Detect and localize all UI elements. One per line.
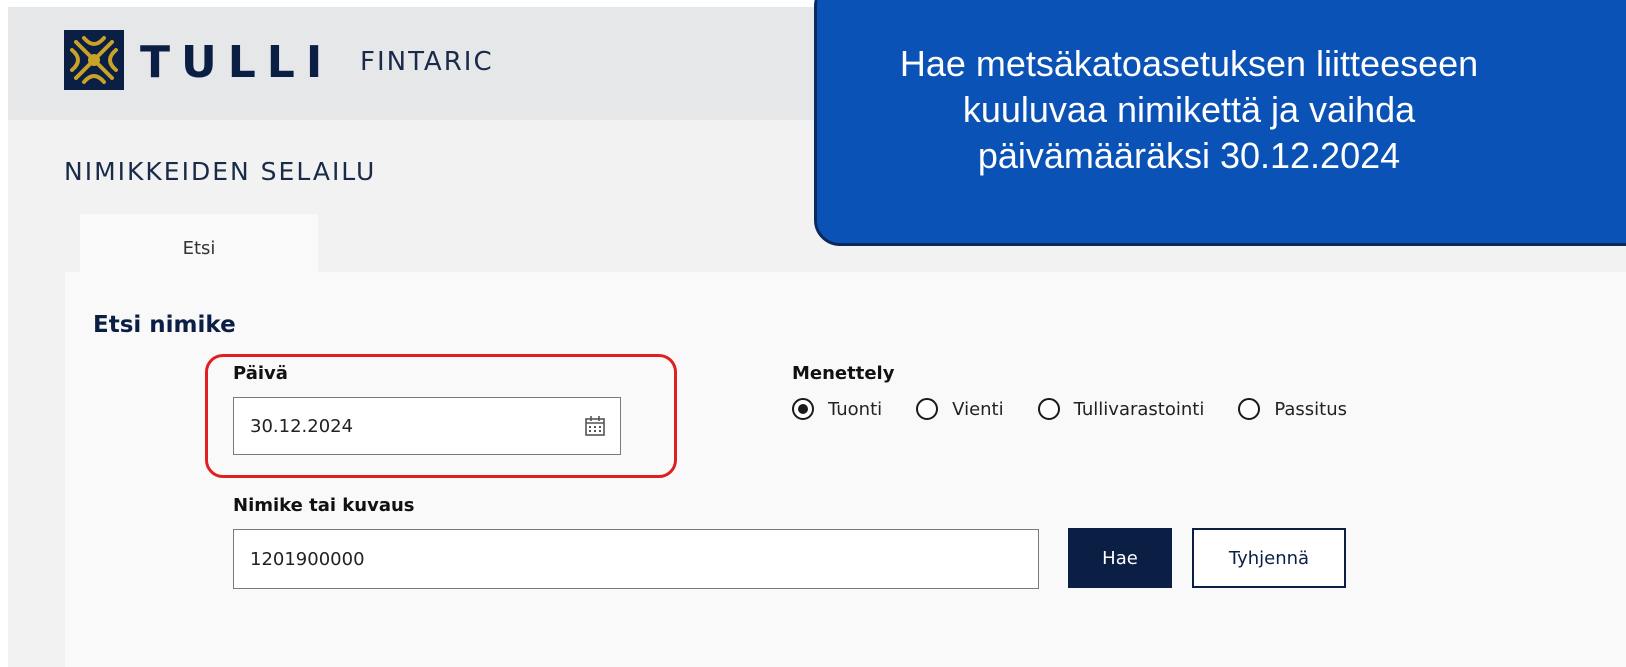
- clear-button[interactable]: Tyhjennä: [1192, 528, 1346, 588]
- instruction-callout: Hae metsäkatoasetuksen liitteeseen kuulu…: [814, 0, 1626, 246]
- search-button[interactable]: Hae: [1068, 528, 1172, 588]
- procedure-label: Menettely: [792, 363, 895, 384]
- code-input[interactable]: 1201900000: [233, 529, 1039, 589]
- radio-button[interactable]: [792, 398, 814, 420]
- radio-tuonti[interactable]: Tuonti: [792, 398, 882, 420]
- radio-label: Tuonti: [828, 398, 883, 420]
- search-panel: Etsi nimike Päivä 30.12.2024 Menettely T…: [65, 272, 1626, 667]
- app-name: FINTARIC: [360, 47, 494, 77]
- customs-emblem-icon: [64, 30, 124, 90]
- radio-passitus[interactable]: Passitus: [1238, 398, 1347, 420]
- form-title: Etsi nimike: [93, 312, 236, 338]
- radio-label: Tullivarastointi: [1073, 398, 1205, 420]
- code-label: Nimike tai kuvaus: [233, 495, 415, 516]
- callout-line: päivämääräksi 30.12.2024: [977, 135, 1401, 176]
- procedure-radio-group: Tuonti Vienti Tullivarastointi Passitus: [792, 398, 1381, 420]
- tab-etsi[interactable]: Etsi: [80, 214, 318, 276]
- brand-name: TULLI: [140, 37, 334, 88]
- radio-label: Vienti: [952, 398, 1004, 420]
- callout-line: kuuluvaa nimikettä ja vaihda: [962, 89, 1416, 130]
- radio-vienti[interactable]: Vienti: [916, 398, 1004, 420]
- radio-tullivarastointi[interactable]: Tullivarastointi: [1037, 398, 1205, 420]
- code-value: 1201900000: [250, 548, 365, 570]
- date-highlight-box: [205, 354, 677, 478]
- page-title: NIMIKKEIDEN SELAILU: [64, 157, 377, 186]
- radio-button[interactable]: [916, 398, 939, 420]
- radio-label: Passitus: [1274, 398, 1348, 420]
- callout-line: Hae metsäkatoasetuksen liitteeseen: [899, 43, 1479, 84]
- radio-button[interactable]: [1238, 398, 1261, 420]
- radio-button[interactable]: [1037, 398, 1060, 420]
